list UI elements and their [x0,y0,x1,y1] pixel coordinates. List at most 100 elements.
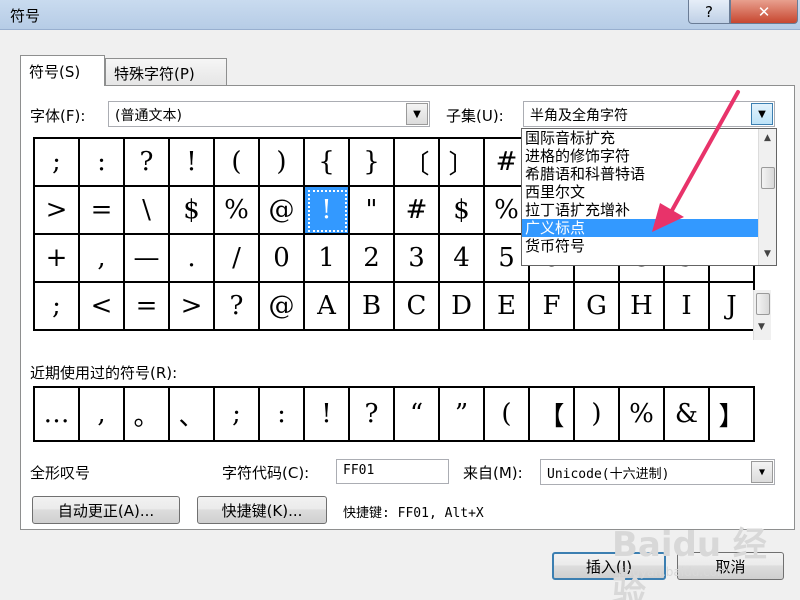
scroll-down-icon[interactable]: ▼ [764,249,771,259]
recent-symbol-cell[interactable]: : [260,388,305,442]
symbol-cell[interactable]: ; [35,283,80,331]
subset-select[interactable]: 半角及全角字符 ▼ [523,101,775,127]
subset-option[interactable]: 进格的修饰字符 [522,147,776,165]
recent-symbol-cell[interactable]: ” [440,388,485,442]
dropdown-scrollbar[interactable]: ▲ ▼ [758,129,776,265]
symbol-cell[interactable]: E [485,283,530,331]
symbol-cell[interactable]: + [35,235,80,283]
symbol-cell[interactable]: ) [260,139,305,187]
symbol-cell[interactable]: 4 [440,235,485,283]
from-select[interactable]: Unicode(十六进制) ▼ [540,459,775,485]
symbol-cell[interactable]: 3 [395,235,440,283]
recent-symbol-cell[interactable]: 。 [125,388,170,442]
symbol-cell[interactable]: ? [215,283,260,331]
symbol-cell[interactable]: B [350,283,395,331]
symbol-cell[interactable]: ? [125,139,170,187]
subset-option[interactable]: 拉丁语扩充增补 [522,201,776,219]
tab-special-characters[interactable]: 特殊字符(P) [105,58,227,87]
recent-symbol-cell[interactable]: 、 [170,388,215,442]
autocorrect-button[interactable]: 自动更正(A)... [32,496,180,524]
chevron-down-icon[interactable]: ▼ [406,103,428,125]
symbol-cell[interactable]: ! [305,187,350,235]
recent-symbol-cell[interactable]: ( [485,388,530,442]
symbol-cell[interactable]: % [215,187,260,235]
symbol-cell[interactable]: $ [170,187,215,235]
scrollbar-thumb[interactable] [756,293,770,315]
symbol-cell[interactable]: I [665,283,710,331]
symbol-cell[interactable]: : [80,139,125,187]
subset-option[interactable]: 西里尔文 [522,183,776,201]
symbol-cell[interactable]: 0 [260,235,305,283]
symbol-cell[interactable]: $ [440,187,485,235]
symbol-cell[interactable]: A [305,283,350,331]
symbol-cell[interactable]: . [170,235,215,283]
symbol-cell[interactable]: ; [35,139,80,187]
symbol-cell[interactable]: ( [215,139,260,187]
symbol-cell[interactable]: # [395,187,440,235]
symbol-cell[interactable]: 〔 [395,139,440,187]
symbol-cell[interactable]: / [215,235,260,283]
subset-option[interactable]: 国际音标扩充 [522,129,776,147]
symbol-cell[interactable]: G [575,283,620,331]
symbol-cell[interactable]: 1 [305,235,350,283]
subset-label: 子集(U): [446,107,504,125]
symbol-cell[interactable]: { [305,139,350,187]
from-select-value: Unicode(十六进制) [547,467,670,482]
font-label: 字体(F): [30,107,86,125]
title-bar: 符号 ? ✕ [0,0,800,30]
watermark-url: jingyan.baidu.com [618,565,729,579]
recent-symbol-cell[interactable]: % [620,388,665,442]
tab-symbols[interactable]: 符号(S) [20,55,105,86]
symbol-cell[interactable]: } [350,139,395,187]
font-select-value: (普通文本) [115,108,182,124]
symbol-cell[interactable]: — [125,235,170,283]
shortcut-text: 快捷键: FF01, Alt+X [343,506,484,521]
symbol-cell[interactable]: > [170,283,215,331]
symbol-cell[interactable]: " [350,187,395,235]
symbol-cell[interactable]: @ [260,283,305,331]
scrollbar-thumb[interactable] [761,167,775,189]
shortcut-key-button[interactable]: 快捷键(K)... [197,496,327,524]
recent-symbol-cell[interactable]: , [80,388,125,442]
symbol-cell[interactable]: \ [125,187,170,235]
chevron-down-icon[interactable]: ▼ [751,461,773,483]
recent-symbol-cell[interactable]: … [35,388,80,442]
subset-option[interactable]: 广义标点 [522,219,776,237]
recent-symbol-cell[interactable]: 】 [710,388,755,442]
subset-option[interactable]: 货币符号 [522,237,776,255]
recent-symbol-cell[interactable]: “ [395,388,440,442]
symbol-cell[interactable]: < [80,283,125,331]
symbol-cell[interactable]: C [395,283,440,331]
symbol-cell[interactable]: = [125,283,170,331]
window-title: 符号 [10,7,41,25]
recent-symbol-cell[interactable]: ! [305,388,350,442]
symbol-cell[interactable]: , [80,235,125,283]
close-button[interactable]: ✕ [730,0,798,24]
symbol-cell[interactable]: D [440,283,485,331]
chevron-down-icon[interactable]: ▼ [751,103,773,125]
symbol-cell[interactable]: = [80,187,125,235]
symbol-cell[interactable]: 〕 [440,139,485,187]
char-code-input[interactable]: FF01 [336,459,449,484]
recent-symbol-cell[interactable]: 【 [530,388,575,442]
subset-option[interactable]: 希腊语和科普特语 [522,165,776,183]
symbol-cell[interactable]: J [710,283,755,331]
scroll-down-icon[interactable]: ▼ [758,322,765,332]
subset-select-value: 半角及全角字符 [530,108,628,124]
recent-symbol-cell[interactable]: ; [215,388,260,442]
recent-symbol-cell[interactable]: ? [350,388,395,442]
scroll-up-icon[interactable]: ▲ [764,133,771,143]
symbol-cell[interactable]: ! [170,139,215,187]
symbol-cell[interactable]: F [530,283,575,331]
symbol-grid-scrollbar[interactable]: ▼ [753,290,771,340]
symbol-cell[interactable]: > [35,187,80,235]
recent-symbol-cell[interactable]: ) [575,388,620,442]
help-button[interactable]: ? [688,0,730,24]
subset-dropdown-list[interactable]: 国际音标扩充 进格的修饰字符 希腊语和科普特语 西里尔文 拉丁语扩充增补 广义标点 货币符号… [521,128,777,266]
symbol-cell[interactable]: H [620,283,665,331]
symbol-cell[interactable]: 2 [350,235,395,283]
symbol-cell[interactable]: @ [260,187,305,235]
from-label: 来自(M): [463,464,523,482]
font-select[interactable]: (普通文本) ▼ [108,101,430,127]
recent-symbol-cell[interactable]: & [665,388,710,442]
